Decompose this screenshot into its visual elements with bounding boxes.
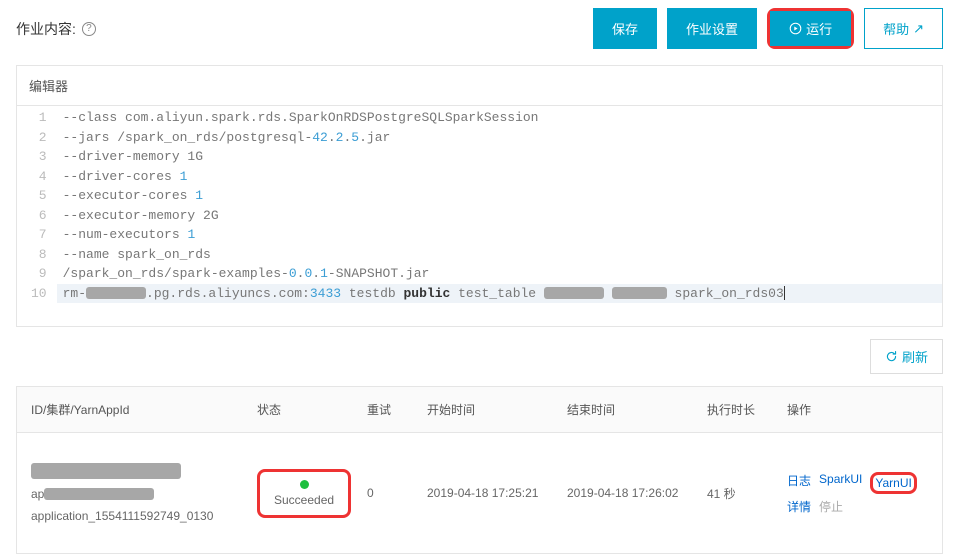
th-end: 结束时间 xyxy=(557,387,697,432)
yarnui-link[interactable]: YarnUI xyxy=(875,476,911,490)
editor-label: 编辑器 xyxy=(17,66,942,106)
run-label: 运行 xyxy=(806,19,832,38)
jobs-table: ID/集群/YarnAppId 状态 重试 开始时间 结束时间 执行时长 操作 … xyxy=(16,386,943,554)
stop-link: 停止 xyxy=(819,498,843,515)
play-icon xyxy=(789,22,802,35)
save-button[interactable]: 保存 xyxy=(593,8,657,49)
sparkui-link[interactable]: SparkUI xyxy=(819,472,862,494)
cell-id: ap application_1554111592749_0130 xyxy=(17,449,247,537)
redacted-id xyxy=(31,463,181,479)
help-label: 帮助 xyxy=(883,19,909,38)
status-dot-icon xyxy=(300,480,309,489)
refresh-button[interactable]: 刷新 xyxy=(870,339,943,374)
status-text: Succeeded xyxy=(274,493,334,507)
code-line[interactable]: /spark_on_rds/spark-examples-0.0.1-SNAPS… xyxy=(57,264,942,284)
code-content[interactable]: --class com.aliyun.spark.rds.SparkOnRDSP… xyxy=(57,106,942,326)
th-start: 开始时间 xyxy=(417,387,557,432)
th-id: ID/集群/YarnAppId xyxy=(17,387,247,432)
code-line[interactable]: --driver-memory 1G xyxy=(57,147,942,167)
cluster-prefix: ap xyxy=(31,487,44,501)
refresh-label: 刷新 xyxy=(902,347,928,366)
cell-dur: 41 秒 xyxy=(697,471,777,516)
line-gutter: 12345678910 xyxy=(17,106,57,326)
cell-end: 2019-04-18 17:26:02 xyxy=(557,472,697,514)
help-button[interactable]: 帮助 ↗ xyxy=(864,8,943,49)
code-line[interactable]: rm-.pg.rds.aliyuncs.com:3433 testdb publ… xyxy=(57,284,942,304)
code-editor[interactable]: 12345678910 --class com.aliyun.spark.rds… xyxy=(17,106,942,326)
code-line[interactable]: --executor-cores 1 xyxy=(57,186,942,206)
cell-start: 2019-04-18 17:25:21 xyxy=(417,472,557,514)
code-line[interactable]: --executor-memory 2G xyxy=(57,206,942,226)
editor-panel: 编辑器 12345678910 --class com.aliyun.spark… xyxy=(16,65,943,327)
job-settings-button[interactable]: 作业设置 xyxy=(667,8,757,49)
th-ops: 操作 xyxy=(777,387,942,432)
run-button[interactable]: 运行 xyxy=(770,11,851,46)
redacted-text xyxy=(86,287,146,299)
th-retry: 重试 xyxy=(357,387,417,432)
detail-link[interactable]: 详情 xyxy=(787,498,811,515)
page-title: 作业内容: ? xyxy=(16,19,96,39)
table-header: ID/集群/YarnAppId 状态 重试 开始时间 结束时间 执行时长 操作 xyxy=(17,387,942,433)
redacted-text xyxy=(612,287,667,299)
help-icon[interactable]: ? xyxy=(82,22,96,36)
redacted-text xyxy=(544,287,604,299)
code-line[interactable]: --class com.aliyun.spark.rds.SparkOnRDSP… xyxy=(57,108,942,128)
th-status: 状态 xyxy=(247,387,357,432)
cell-retry: 0 xyxy=(357,472,417,514)
code-line[interactable]: --driver-cores 1 xyxy=(57,167,942,187)
table-row: ap application_1554111592749_0130 Succee… xyxy=(17,433,942,554)
cell-status: Succeeded xyxy=(247,455,357,532)
log-link[interactable]: 日志 xyxy=(787,472,811,494)
th-dur: 执行时长 xyxy=(697,387,777,432)
external-link-icon: ↗ xyxy=(913,21,924,37)
code-line[interactable]: --num-executors 1 xyxy=(57,225,942,245)
redacted-cluster xyxy=(44,488,154,500)
code-line[interactable]: --jars /spark_on_rds/postgresql-42.2.5.j… xyxy=(57,128,942,148)
yarn-app-id: application_1554111592749_0130 xyxy=(31,509,237,523)
code-line[interactable]: --name spark_on_rds xyxy=(57,245,942,265)
title-text: 作业内容: xyxy=(16,19,76,39)
refresh-icon xyxy=(885,350,898,363)
cell-ops: 日志 SparkUI YarnUI 详情 停止 xyxy=(777,458,942,529)
